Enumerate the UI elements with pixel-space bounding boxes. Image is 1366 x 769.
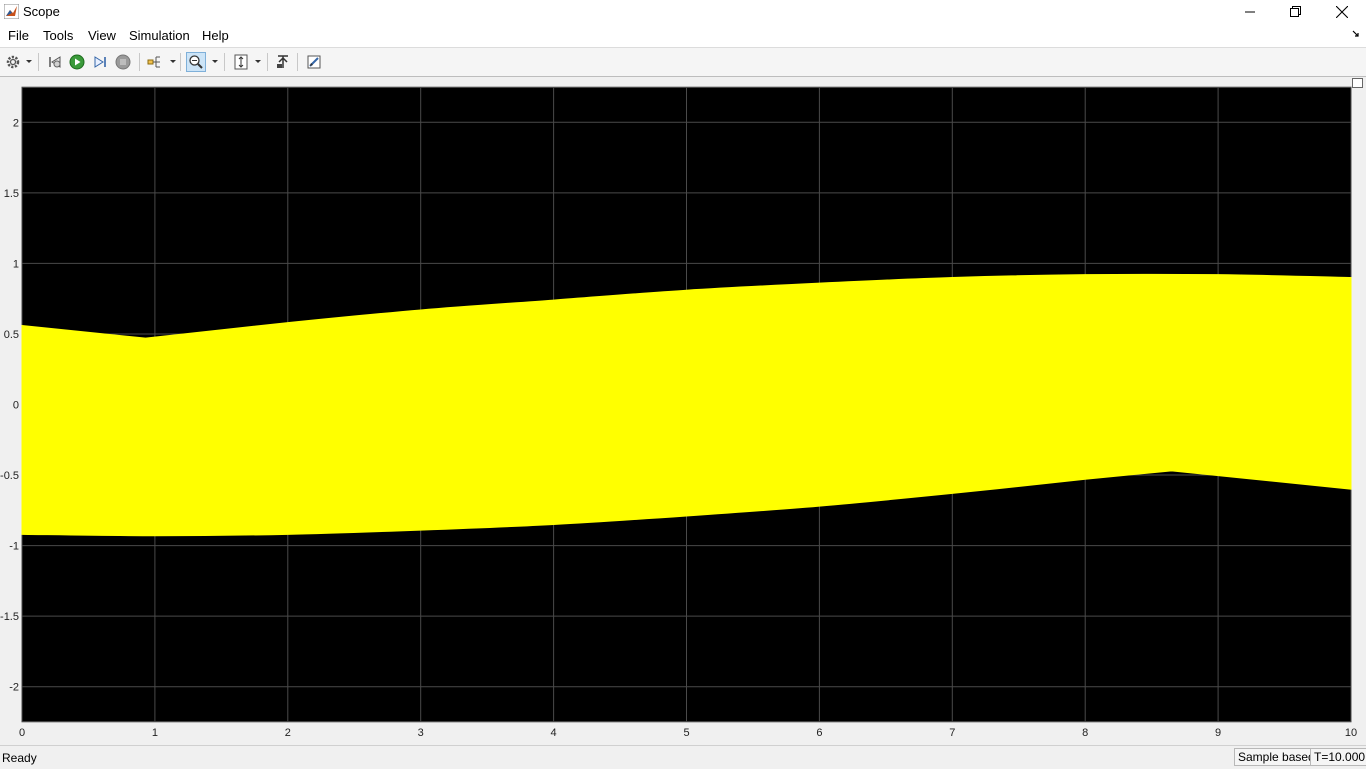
settings-dropdown-icon[interactable] bbox=[26, 60, 32, 64]
signal-selector-dropdown-icon[interactable] bbox=[170, 60, 176, 64]
stop-icon bbox=[115, 54, 131, 70]
toolbar-separator bbox=[180, 53, 181, 71]
minimize-icon bbox=[1245, 11, 1255, 13]
print-button[interactable] bbox=[304, 52, 324, 72]
status-bar: Ready Sample based T=10.000 bbox=[0, 745, 1366, 769]
sample-mode-indicator: Sample based bbox=[1234, 748, 1319, 766]
menu-help[interactable]: Help bbox=[202, 28, 229, 43]
menu-tools[interactable]: Tools bbox=[43, 28, 73, 43]
scope-chart[interactable]: 0 1 2 3 4 5 6 7 8 9 10 2 1.5 1 0.5 0 -0.5 -1 -1.5 -2 bbox=[0, 77, 1366, 743]
zoom-dropdown-icon[interactable] bbox=[212, 60, 218, 64]
step-back-icon bbox=[49, 56, 61, 68]
step-forward-button[interactable] bbox=[90, 52, 110, 72]
y-tick-labels: 2 1.5 1 0.5 0 -0.5 -1 -1.5 -2 bbox=[0, 117, 19, 693]
highlight-block-icon bbox=[277, 55, 288, 68]
toolbar-separator bbox=[139, 53, 140, 71]
y-tick-label: -1 bbox=[9, 541, 19, 553]
y-tick-label: -0.5 bbox=[0, 470, 19, 482]
signal-selector-button[interactable] bbox=[145, 52, 165, 72]
x-tick-label: 9 bbox=[1215, 727, 1221, 739]
simulation-time: T=10.000 bbox=[1310, 748, 1366, 766]
y-tick-label: 0 bbox=[13, 400, 19, 412]
x-tick-labels: 0 1 2 3 4 5 6 7 8 9 10 bbox=[19, 727, 1357, 739]
scale-axes-button[interactable] bbox=[231, 52, 251, 72]
print-icon bbox=[307, 55, 321, 69]
y-tick-label: -2 bbox=[9, 682, 19, 694]
step-forward-icon bbox=[94, 56, 106, 68]
y-tick-label: 1.5 bbox=[4, 188, 19, 200]
highlight-block-button[interactable] bbox=[273, 52, 293, 72]
x-tick-label: 7 bbox=[949, 727, 955, 739]
scale-axes-dropdown-icon[interactable] bbox=[255, 60, 261, 64]
window-title: Scope bbox=[23, 4, 60, 19]
title-bar: Scope bbox=[0, 0, 1366, 24]
x-tick-label: 2 bbox=[285, 727, 291, 739]
zoom-in-icon bbox=[189, 55, 203, 69]
x-tick-label: 5 bbox=[683, 727, 689, 739]
x-tick-label: 1 bbox=[152, 727, 158, 739]
zoom-button[interactable] bbox=[186, 52, 206, 72]
y-tick-label: 0.5 bbox=[4, 329, 19, 341]
dock-arrow-icon[interactable] bbox=[1352, 30, 1360, 38]
run-button[interactable] bbox=[67, 52, 87, 72]
y-tick-label: -1.5 bbox=[0, 611, 19, 623]
y-tick-label: 2 bbox=[13, 117, 19, 129]
x-tick-label: 10 bbox=[1345, 727, 1357, 739]
settings-button[interactable] bbox=[3, 52, 23, 72]
run-icon bbox=[69, 54, 85, 70]
x-tick-label: 3 bbox=[418, 727, 424, 739]
minimize-button[interactable] bbox=[1227, 0, 1273, 24]
x-tick-label: 0 bbox=[19, 727, 25, 739]
toolbar-separator bbox=[224, 53, 225, 71]
restore-button[interactable] bbox=[1273, 0, 1319, 24]
x-tick-label: 4 bbox=[551, 727, 557, 739]
y-tick-label: 1 bbox=[13, 258, 19, 270]
x-tick-label: 6 bbox=[816, 727, 822, 739]
x-tick-label: 8 bbox=[1082, 727, 1088, 739]
menu-simulation[interactable]: Simulation bbox=[129, 28, 190, 43]
menu-bar: File Tools View Simulation Help bbox=[0, 24, 1366, 47]
toolbar-separator bbox=[38, 53, 39, 71]
menu-view[interactable]: View bbox=[88, 28, 116, 43]
signal-selector-icon bbox=[147, 56, 160, 68]
toolbar-separator bbox=[297, 53, 298, 71]
status-text: Ready bbox=[2, 751, 37, 765]
scale-axes-icon bbox=[234, 54, 248, 70]
restore-icon bbox=[1290, 6, 1301, 17]
close-icon bbox=[1336, 6, 1348, 18]
step-back-button[interactable] bbox=[45, 52, 65, 72]
toolbar-separator bbox=[267, 53, 268, 71]
menu-file[interactable]: File bbox=[8, 28, 29, 43]
stop-button[interactable] bbox=[113, 52, 133, 72]
close-button[interactable] bbox=[1319, 0, 1365, 24]
settings-icon bbox=[6, 55, 20, 69]
matlab-app-icon bbox=[4, 4, 19, 19]
toolbar bbox=[0, 47, 1366, 77]
